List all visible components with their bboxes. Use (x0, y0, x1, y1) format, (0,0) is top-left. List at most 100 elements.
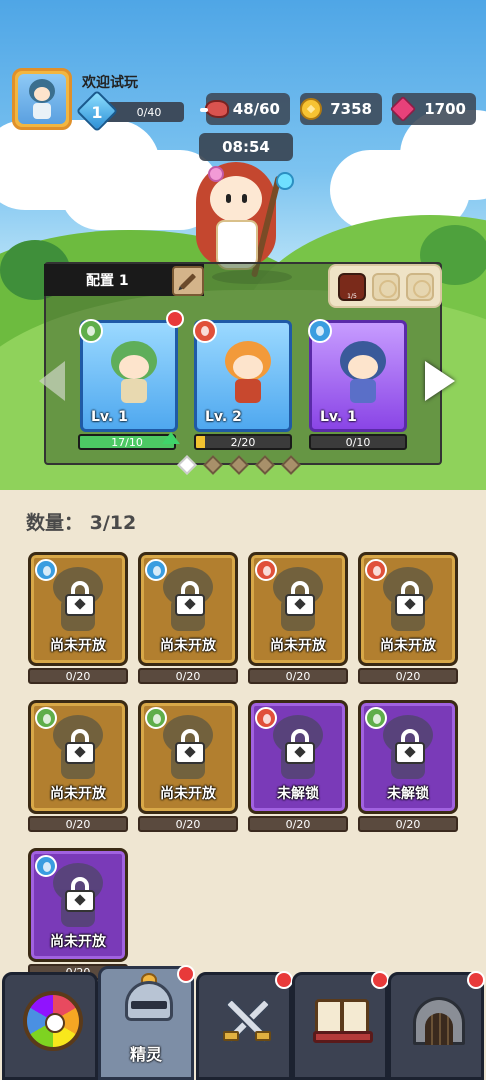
hero-shard-progress: 0/20 (138, 816, 238, 832)
hero-status: 尚未开放 (50, 786, 106, 802)
hero-status: 未解锁 (387, 786, 429, 802)
tab-heroes[interactable]: 精灵 (98, 965, 195, 1080)
gem-value: 1700 (424, 100, 466, 118)
tab-label: 精灵 (129, 1045, 162, 1064)
hero-card[interactable]: 尚未开放 (28, 848, 128, 962)
hero-card[interactable]: 尚未开放 (358, 552, 458, 666)
player-name: 欢迎试玩 (82, 75, 138, 91)
lock-icon (175, 729, 205, 764)
fire-element-icon (193, 319, 217, 343)
hero-card[interactable]: 尚未开放 (138, 700, 238, 814)
notification-dot (275, 971, 293, 989)
skill-count: 1/5 (347, 293, 357, 300)
lock-icon (395, 581, 425, 616)
bottom-nav: 精灵 (0, 965, 486, 1080)
helmet-icon (121, 973, 181, 1039)
page-dot[interactable] (255, 455, 275, 475)
hero-portrait (221, 341, 275, 407)
lock-icon (65, 729, 95, 764)
hero-status: 尚未开放 (160, 786, 216, 802)
member-progress-3: 0/10 (309, 434, 407, 450)
member-level: Lv. 1 (320, 409, 357, 425)
hero-status: 尚未开放 (50, 934, 106, 950)
gold-counter[interactable]: 7358 (300, 93, 382, 125)
book-icon (313, 991, 373, 1051)
hero-card[interactable]: 未解锁 (358, 700, 458, 814)
page-dot[interactable] (229, 455, 249, 475)
lock-icon (175, 581, 205, 616)
edit-config-button[interactable] (172, 266, 204, 296)
lock-icon (65, 877, 95, 912)
member-level: Lv. 1 (91, 409, 128, 425)
notification-dot (177, 965, 195, 983)
gold-value: 7358 (330, 100, 372, 118)
hero-card[interactable]: 未解锁 (248, 700, 348, 814)
progress-fill (196, 436, 206, 448)
hero-card[interactable]: 尚未开放 (28, 700, 128, 814)
hero-status: 尚未开放 (50, 638, 106, 654)
avatar-portrait (23, 77, 61, 121)
team-member-card-1[interactable]: Lv. 1 (79, 319, 178, 432)
hero-shard-progress: 0/20 (358, 668, 458, 684)
collection-count: 数量： 3/12 (26, 508, 136, 535)
hero-card[interactable]: 尚未开放 (248, 552, 348, 666)
leaf-element-icon (79, 319, 103, 343)
progress-text: 2/20 (230, 435, 256, 449)
skill-tray: 1/5 (328, 264, 442, 308)
hero-card[interactable]: 尚未开放 (138, 552, 238, 666)
member-level: Lv. 2 (205, 409, 242, 425)
castle-gate-icon (409, 991, 469, 1051)
arrow-right-icon (425, 361, 455, 401)
notification-dot (371, 971, 389, 989)
team-member-card-3[interactable]: Lv. 1 (308, 319, 407, 432)
gem-icon (388, 94, 418, 124)
page-dot[interactable] (177, 455, 197, 475)
next-team-arrow[interactable] (422, 358, 458, 404)
tab-prize-wheel[interactable] (2, 972, 98, 1080)
hero-shard-progress: 0/20 (138, 668, 238, 684)
countdown-timer: 08:54 (199, 133, 293, 161)
gold-coin-icon (296, 94, 326, 124)
team-member-card-2[interactable]: Lv. 2 (193, 319, 292, 432)
hero-card[interactable]: 尚未开放 (28, 552, 128, 666)
hero-shard-progress: 0/20 (248, 816, 348, 832)
stamina-value: 48/60 (232, 100, 280, 118)
tab-battle[interactable] (196, 971, 293, 1080)
crossed-swords-icon (217, 991, 277, 1051)
gem-counter[interactable]: 1700 (389, 93, 476, 125)
meat-icon (200, 94, 232, 124)
hero-status: 尚未开放 (270, 638, 326, 654)
tab-codex[interactable] (292, 971, 389, 1080)
progress-text: 17/10 (111, 435, 143, 449)
flower-icon (208, 166, 224, 182)
pencil-icon (179, 272, 197, 290)
prev-team-arrow[interactable] (34, 358, 70, 404)
player-avatar[interactable] (12, 68, 72, 130)
tab-dungeon[interactable] (388, 971, 485, 1080)
hero-portrait (336, 341, 390, 407)
lock-icon (285, 729, 315, 764)
count-label: 数量： (26, 512, 84, 534)
arrow-left-icon (39, 361, 65, 401)
member-progress-2: 2/20 (194, 434, 292, 450)
hero-shard-progress: 0/20 (28, 668, 128, 684)
page-dot[interactable] (281, 455, 301, 475)
hero-status: 尚未开放 (160, 638, 216, 654)
hero-status: 未解锁 (277, 786, 319, 802)
skill-slot-empty[interactable] (372, 273, 400, 301)
upgrade-arrow-icon[interactable] (162, 432, 180, 444)
notification-dot (166, 310, 184, 328)
skill-slot-empty[interactable] (406, 273, 434, 301)
skill-slot-active[interactable]: 1/5 (338, 273, 366, 301)
page-dot[interactable] (203, 455, 223, 475)
hero-shard-progress: 0/20 (358, 816, 458, 832)
lock-icon (65, 581, 95, 616)
hero-shard-progress: 0/20 (248, 668, 348, 684)
lock-icon (285, 581, 315, 616)
hero-portrait (107, 341, 161, 407)
hero-status: 尚未开放 (380, 638, 436, 654)
stamina-counter[interactable]: 48/60 (200, 93, 290, 125)
notification-dot (467, 971, 485, 989)
water-element-icon (308, 319, 332, 343)
progress-text: 0/10 (345, 435, 371, 449)
